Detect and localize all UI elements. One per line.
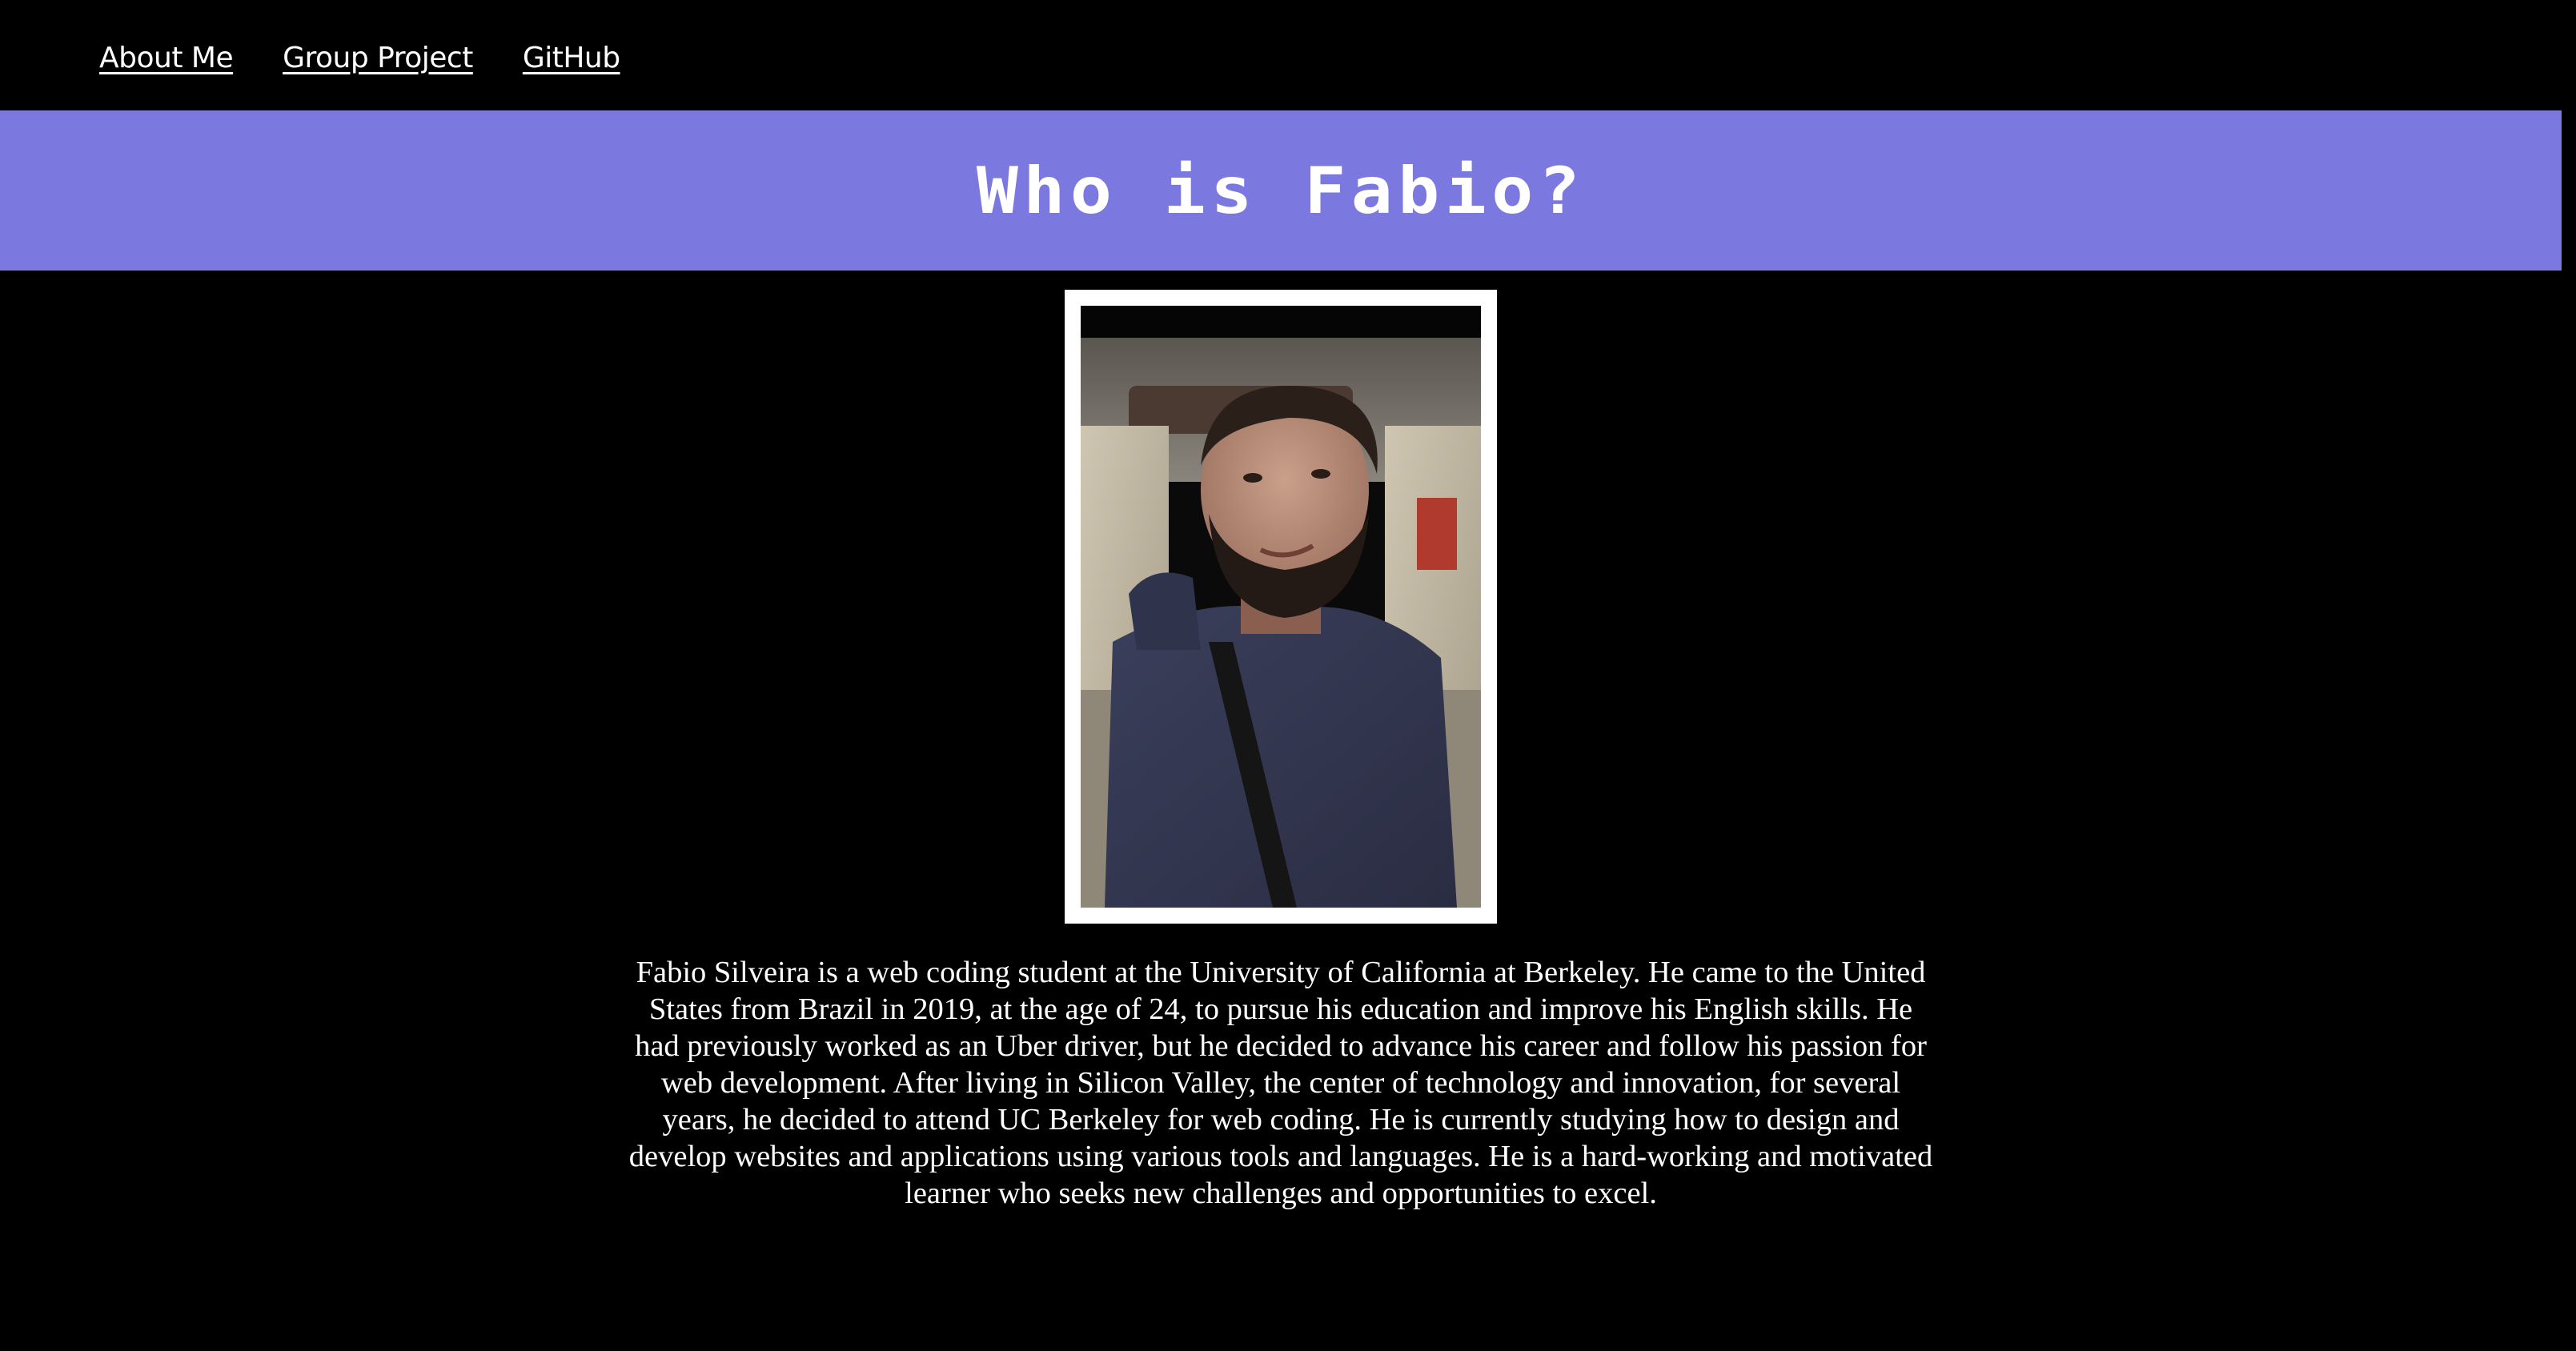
page-title: Who is Fabio? bbox=[976, 153, 1586, 228]
nav-link-group-project[interactable]: Group Project bbox=[283, 42, 473, 74]
bio-paragraph: Fabio Silveira is a web coding student a… bbox=[628, 956, 1933, 1210]
title-banner: Who is Fabio? bbox=[0, 110, 2562, 271]
nav-link-github[interactable]: GitHub bbox=[523, 42, 620, 74]
top-nav: About Me Group Project GitHub bbox=[99, 32, 670, 83]
profile-photo bbox=[1081, 306, 1481, 908]
portrait-photo-icon bbox=[1081, 306, 1481, 908]
photo-frame bbox=[1065, 290, 1497, 924]
nav-link-about-me[interactable]: About Me bbox=[99, 42, 234, 74]
